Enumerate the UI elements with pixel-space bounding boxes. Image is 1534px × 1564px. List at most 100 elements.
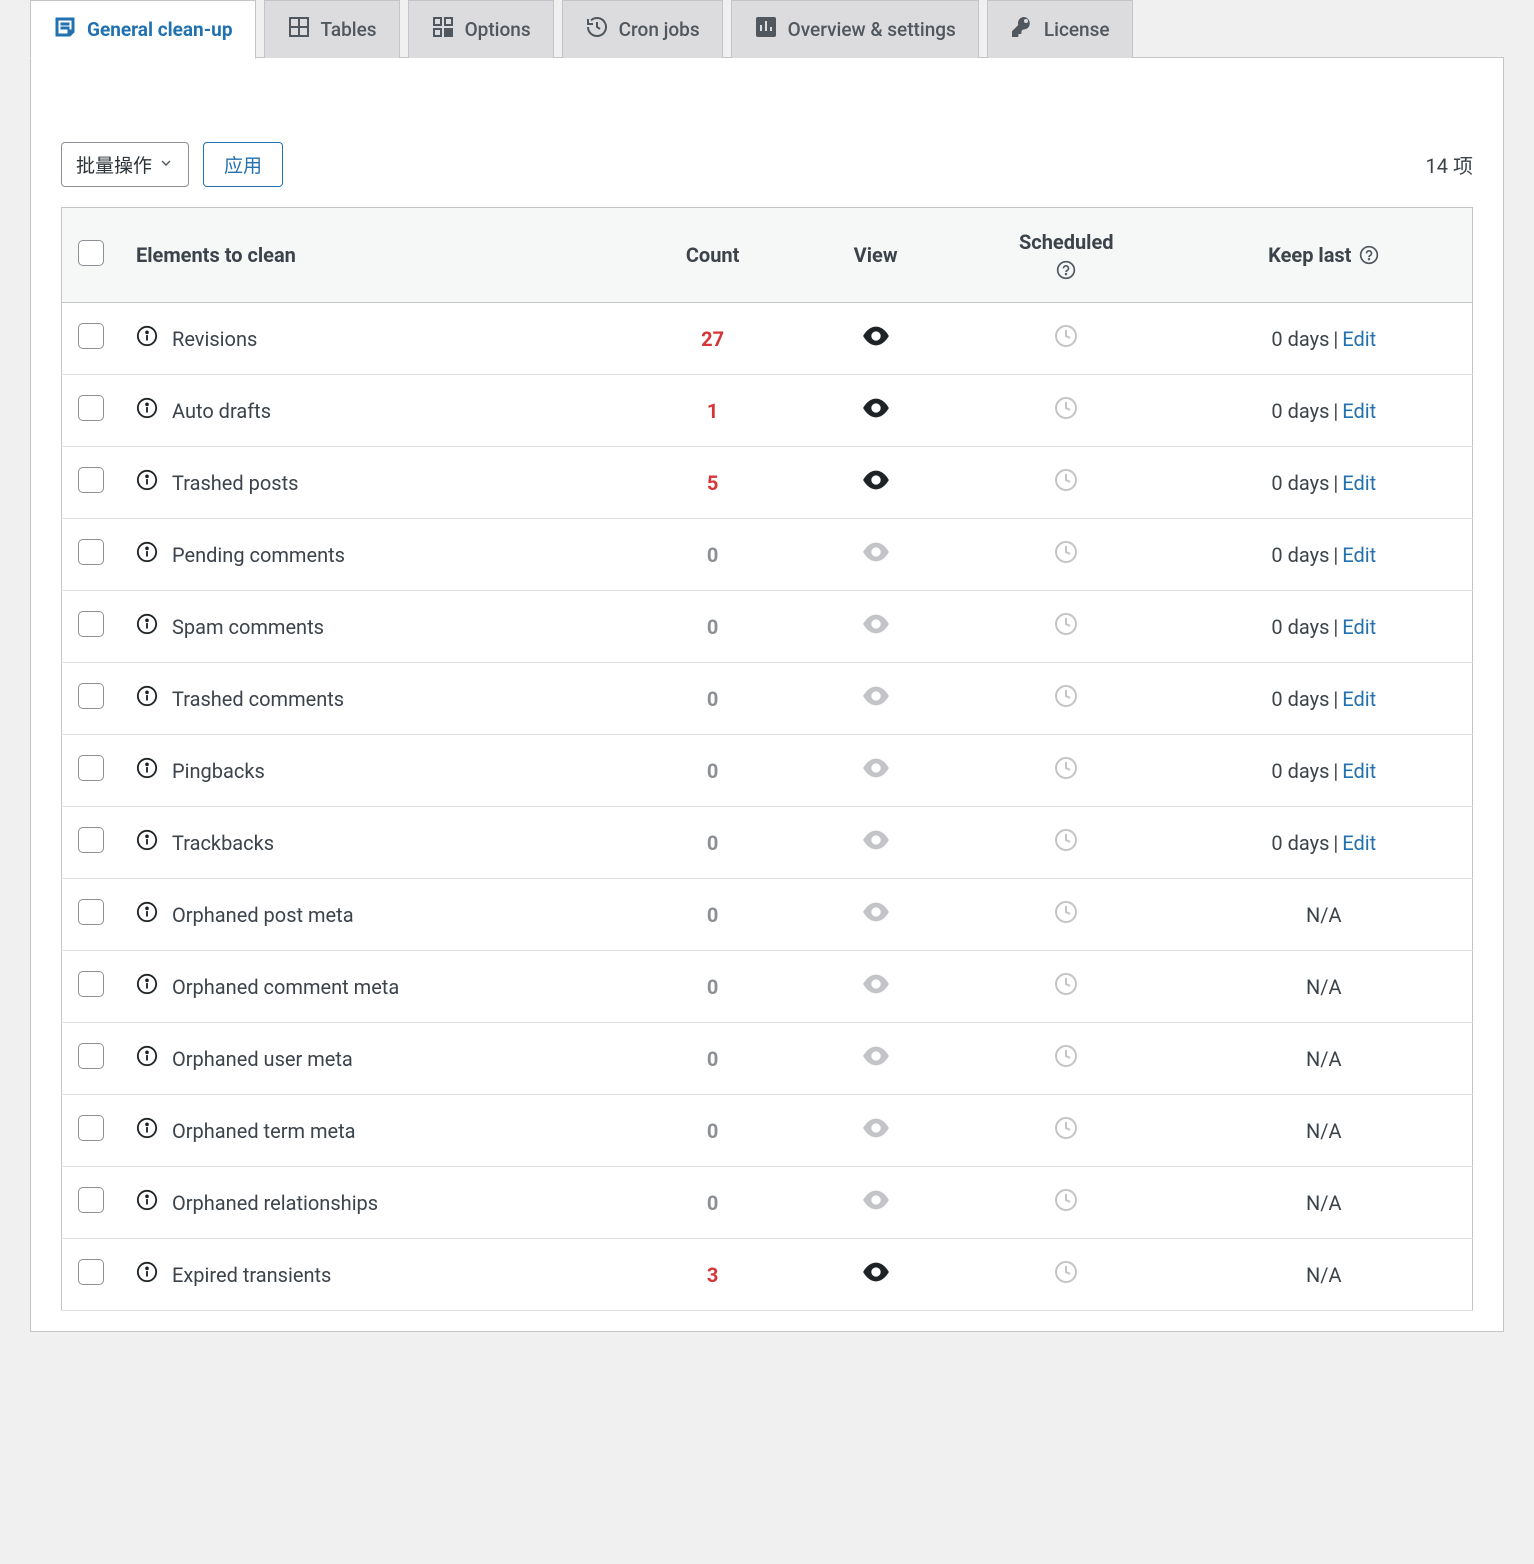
table-row: Orphaned comment meta0N/A xyxy=(62,951,1473,1023)
info-icon[interactable] xyxy=(136,1117,158,1144)
separator: | xyxy=(1333,615,1338,639)
count-value: 3 xyxy=(707,1263,718,1287)
edit-link[interactable]: Edit xyxy=(1342,831,1376,855)
element-name: Expired transients xyxy=(172,1263,331,1287)
keep-days: 0 days xyxy=(1271,759,1329,783)
tab-options[interactable]: Options xyxy=(408,0,554,58)
keep-days: 0 days xyxy=(1271,399,1329,423)
tab-license[interactable]: License xyxy=(987,0,1133,58)
clock-icon[interactable] xyxy=(1054,833,1078,857)
clock-icon[interactable] xyxy=(1054,1193,1078,1217)
element-name: Pingbacks xyxy=(172,759,265,783)
row-checkbox[interactable] xyxy=(78,1187,104,1213)
info-icon[interactable] xyxy=(136,469,158,496)
clock-icon[interactable] xyxy=(1054,1265,1078,1289)
clock-icon[interactable] xyxy=(1054,1121,1078,1145)
clock-icon[interactable] xyxy=(1054,761,1078,785)
bulk-action-select[interactable]: 批量操作 xyxy=(61,142,189,187)
row-checkbox[interactable] xyxy=(78,683,104,709)
apply-button[interactable]: 应用 xyxy=(203,142,283,187)
info-icon[interactable] xyxy=(136,901,158,928)
eye-icon xyxy=(862,1047,890,1071)
key-icon xyxy=(1010,15,1034,44)
info-icon[interactable] xyxy=(136,541,158,568)
info-icon[interactable] xyxy=(136,757,158,784)
keep-days: 0 days xyxy=(1271,327,1329,351)
row-checkbox[interactable] xyxy=(78,1115,104,1141)
info-icon[interactable] xyxy=(136,685,158,712)
tab-tables[interactable]: Tables xyxy=(264,0,400,58)
tab-label: Options xyxy=(465,18,531,41)
toolbar: 批量操作 应用 14 项 xyxy=(61,142,1473,187)
eye-icon[interactable] xyxy=(862,399,890,423)
count-value: 0 xyxy=(707,975,718,999)
info-icon[interactable] xyxy=(136,613,158,640)
header-elements[interactable]: Elements to clean xyxy=(120,208,631,303)
row-checkbox[interactable] xyxy=(78,611,104,637)
count-value: 0 xyxy=(707,1119,718,1143)
row-checkbox[interactable] xyxy=(78,467,104,493)
table-row: Trackbacks00 days|Edit xyxy=(62,807,1473,879)
header-scheduled[interactable]: Scheduled xyxy=(957,208,1176,303)
edit-link[interactable]: Edit xyxy=(1342,543,1376,567)
chevron-down-icon xyxy=(158,153,174,176)
info-icon[interactable] xyxy=(136,1045,158,1072)
tab-general-clean-up[interactable]: General clean-up xyxy=(30,0,256,59)
info-icon[interactable] xyxy=(136,1261,158,1288)
eye-icon[interactable] xyxy=(862,327,890,351)
element-name: Trashed posts xyxy=(172,471,298,495)
table-icon xyxy=(287,15,311,44)
row-checkbox[interactable] xyxy=(78,971,104,997)
info-icon[interactable] xyxy=(136,829,158,856)
header-view[interactable]: View xyxy=(794,208,957,303)
tab-overview-settings[interactable]: Overview & settings xyxy=(731,0,979,58)
tab-cron-jobs[interactable]: Cron jobs xyxy=(562,0,723,58)
edit-link[interactable]: Edit xyxy=(1342,327,1376,351)
row-checkbox[interactable] xyxy=(78,755,104,781)
header-keep-last[interactable]: Keep last xyxy=(1176,208,1473,303)
help-icon[interactable] xyxy=(1359,245,1379,265)
edit-link[interactable]: Edit xyxy=(1342,471,1376,495)
table-row: Trashed comments00 days|Edit xyxy=(62,663,1473,735)
options-icon xyxy=(431,15,455,44)
header-checkbox-cell xyxy=(62,208,121,303)
table-row: Trashed posts50 days|Edit xyxy=(62,447,1473,519)
row-checkbox[interactable] xyxy=(78,1043,104,1069)
clock-icon[interactable] xyxy=(1054,617,1078,641)
info-icon[interactable] xyxy=(136,325,158,352)
row-checkbox[interactable] xyxy=(78,323,104,349)
table-row: Expired transients3N/A xyxy=(62,1239,1473,1311)
clock-icon[interactable] xyxy=(1054,329,1078,353)
edit-link[interactable]: Edit xyxy=(1342,399,1376,423)
eye-icon xyxy=(862,903,890,927)
row-checkbox[interactable] xyxy=(78,539,104,565)
info-icon[interactable] xyxy=(136,397,158,424)
clock-icon[interactable] xyxy=(1054,401,1078,425)
row-checkbox[interactable] xyxy=(78,395,104,421)
clock-icon[interactable] xyxy=(1054,545,1078,569)
edit-link[interactable]: Edit xyxy=(1342,615,1376,639)
clock-icon[interactable] xyxy=(1054,473,1078,497)
info-icon[interactable] xyxy=(136,1189,158,1216)
element-name: Trashed comments xyxy=(172,687,344,711)
row-checkbox[interactable] xyxy=(78,899,104,925)
info-icon[interactable] xyxy=(136,973,158,1000)
keep-days: 0 days xyxy=(1271,471,1329,495)
eye-icon xyxy=(862,687,890,711)
select-all-checkbox[interactable] xyxy=(78,240,104,266)
header-scheduled-label: Scheduled xyxy=(1019,230,1114,254)
eye-icon[interactable] xyxy=(862,471,890,495)
help-icon[interactable] xyxy=(1056,260,1076,280)
element-name: Pending comments xyxy=(172,543,345,567)
row-checkbox[interactable] xyxy=(78,827,104,853)
clock-icon[interactable] xyxy=(1054,905,1078,929)
row-checkbox[interactable] xyxy=(78,1259,104,1285)
header-count[interactable]: Count xyxy=(631,208,794,303)
edit-link[interactable]: Edit xyxy=(1342,687,1376,711)
clock-icon[interactable] xyxy=(1054,977,1078,1001)
eye-icon[interactable] xyxy=(862,1263,890,1287)
element-name: Revisions xyxy=(172,327,257,351)
clock-icon[interactable] xyxy=(1054,1049,1078,1073)
clock-icon[interactable] xyxy=(1054,689,1078,713)
edit-link[interactable]: Edit xyxy=(1342,759,1376,783)
